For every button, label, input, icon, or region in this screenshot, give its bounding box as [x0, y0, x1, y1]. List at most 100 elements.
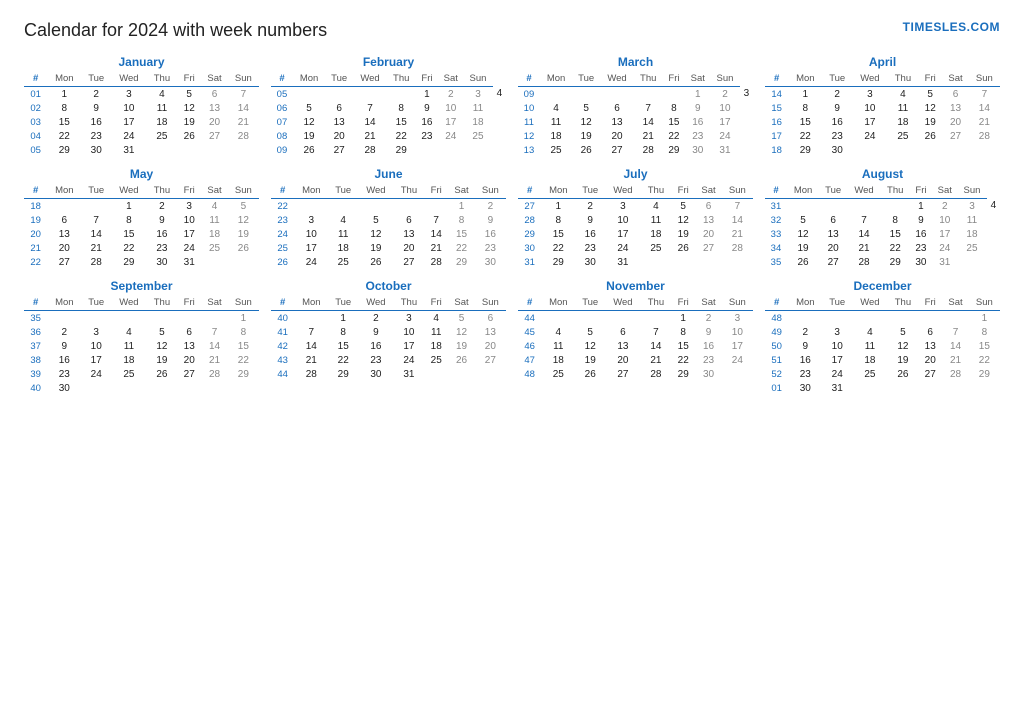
day-cell[interactable]: 20: [325, 129, 353, 143]
day-cell[interactable]: [438, 143, 463, 157]
day-cell[interactable]: 26: [147, 367, 177, 381]
day-cell[interactable]: 12: [147, 339, 177, 353]
day-cell[interactable]: 12: [358, 227, 394, 241]
day-cell[interactable]: 18: [852, 353, 888, 367]
day-cell[interactable]: [957, 255, 986, 269]
day-cell[interactable]: 21: [81, 241, 111, 255]
day-cell[interactable]: 17: [822, 353, 852, 367]
day-cell[interactable]: 26: [293, 143, 325, 157]
day-cell[interactable]: 20: [177, 353, 201, 367]
day-cell[interactable]: 30: [575, 255, 605, 269]
day-cell[interactable]: 5: [448, 311, 474, 326]
day-cell[interactable]: 8: [328, 325, 358, 339]
day-cell[interactable]: 13: [201, 101, 227, 115]
day-cell[interactable]: [47, 199, 81, 214]
day-cell[interactable]: 25: [888, 129, 918, 143]
day-cell[interactable]: 14: [942, 339, 968, 353]
day-cell[interactable]: 24: [294, 255, 328, 269]
day-cell[interactable]: [294, 199, 328, 214]
day-cell[interactable]: 1: [415, 87, 438, 102]
day-cell[interactable]: 12: [177, 101, 201, 115]
day-cell[interactable]: 2: [47, 325, 81, 339]
day-cell[interactable]: [177, 381, 201, 395]
day-cell[interactable]: 29: [671, 367, 695, 381]
day-cell[interactable]: 9: [788, 339, 822, 353]
day-cell[interactable]: 14: [634, 115, 663, 129]
day-cell[interactable]: 11: [957, 213, 986, 227]
day-cell[interactable]: 22: [328, 353, 358, 367]
day-cell[interactable]: 29: [448, 255, 474, 269]
day-cell[interactable]: [572, 87, 600, 102]
day-cell[interactable]: 4: [111, 325, 147, 339]
day-cell[interactable]: [394, 199, 424, 214]
day-cell[interactable]: 26: [448, 353, 474, 367]
day-cell[interactable]: 9: [575, 213, 605, 227]
day-cell[interactable]: 3: [394, 311, 424, 326]
day-cell[interactable]: 19: [671, 227, 695, 241]
day-cell[interactable]: 15: [671, 339, 695, 353]
day-cell[interactable]: 22: [969, 353, 1000, 367]
day-cell[interactable]: 13: [325, 115, 353, 129]
day-cell[interactable]: 22: [111, 241, 147, 255]
day-cell[interactable]: 20: [695, 227, 721, 241]
day-cell[interactable]: 28: [201, 367, 227, 381]
day-cell[interactable]: 13: [394, 227, 424, 241]
day-cell[interactable]: 17: [394, 339, 424, 353]
day-cell[interactable]: 31: [177, 255, 201, 269]
day-cell[interactable]: 23: [81, 129, 111, 143]
day-cell[interactable]: 9: [475, 213, 506, 227]
day-cell[interactable]: 19: [147, 353, 177, 367]
day-cell[interactable]: 20: [600, 129, 634, 143]
day-cell[interactable]: 11: [111, 339, 147, 353]
day-cell[interactable]: 7: [641, 325, 671, 339]
day-cell[interactable]: [918, 311, 942, 326]
day-cell[interactable]: 7: [942, 325, 968, 339]
day-cell[interactable]: 14: [294, 339, 328, 353]
day-cell[interactable]: 28: [228, 129, 259, 143]
day-cell[interactable]: 10: [111, 101, 147, 115]
day-cell[interactable]: 27: [475, 353, 506, 367]
day-cell[interactable]: 12: [787, 227, 819, 241]
day-cell[interactable]: 10: [294, 227, 328, 241]
day-cell[interactable]: 5: [888, 325, 918, 339]
day-cell[interactable]: 29: [228, 367, 259, 381]
day-cell[interactable]: 3: [81, 325, 111, 339]
day-cell[interactable]: [228, 381, 259, 395]
day-cell[interactable]: 3: [740, 87, 753, 102]
day-cell[interactable]: [918, 143, 942, 157]
day-cell[interactable]: [415, 143, 438, 157]
day-cell[interactable]: 10: [932, 213, 957, 227]
day-cell[interactable]: [942, 143, 968, 157]
day-cell[interactable]: 20: [47, 241, 81, 255]
day-cell[interactable]: 29: [881, 255, 910, 269]
day-cell[interactable]: 12: [671, 213, 695, 227]
day-cell[interactable]: 14: [847, 227, 881, 241]
day-cell[interactable]: 26: [787, 255, 819, 269]
day-cell[interactable]: 30: [788, 381, 822, 395]
day-cell[interactable]: 10: [81, 339, 111, 353]
day-cell[interactable]: 18: [888, 115, 918, 129]
day-cell[interactable]: 30: [695, 367, 721, 381]
day-cell[interactable]: 16: [822, 115, 852, 129]
day-cell[interactable]: [448, 367, 474, 381]
day-cell[interactable]: 21: [722, 227, 753, 241]
day-cell[interactable]: 14: [424, 227, 448, 241]
day-cell[interactable]: 7: [969, 87, 1000, 102]
day-cell[interactable]: [201, 143, 227, 157]
day-cell[interactable]: 16: [695, 339, 721, 353]
day-cell[interactable]: 15: [328, 339, 358, 353]
day-cell[interactable]: 21: [294, 353, 328, 367]
day-cell[interactable]: 3: [111, 87, 147, 102]
day-cell[interactable]: 28: [424, 255, 448, 269]
day-cell[interactable]: 6: [695, 199, 721, 214]
day-cell[interactable]: [424, 367, 448, 381]
day-cell[interactable]: 25: [641, 241, 671, 255]
day-cell[interactable]: 27: [394, 255, 424, 269]
day-cell[interactable]: 30: [909, 255, 932, 269]
day-cell[interactable]: 28: [942, 367, 968, 381]
day-cell[interactable]: [328, 199, 358, 214]
day-cell[interactable]: 27: [942, 129, 968, 143]
day-cell[interactable]: 1: [328, 311, 358, 326]
day-cell[interactable]: 4: [641, 199, 671, 214]
day-cell[interactable]: 30: [822, 143, 852, 157]
